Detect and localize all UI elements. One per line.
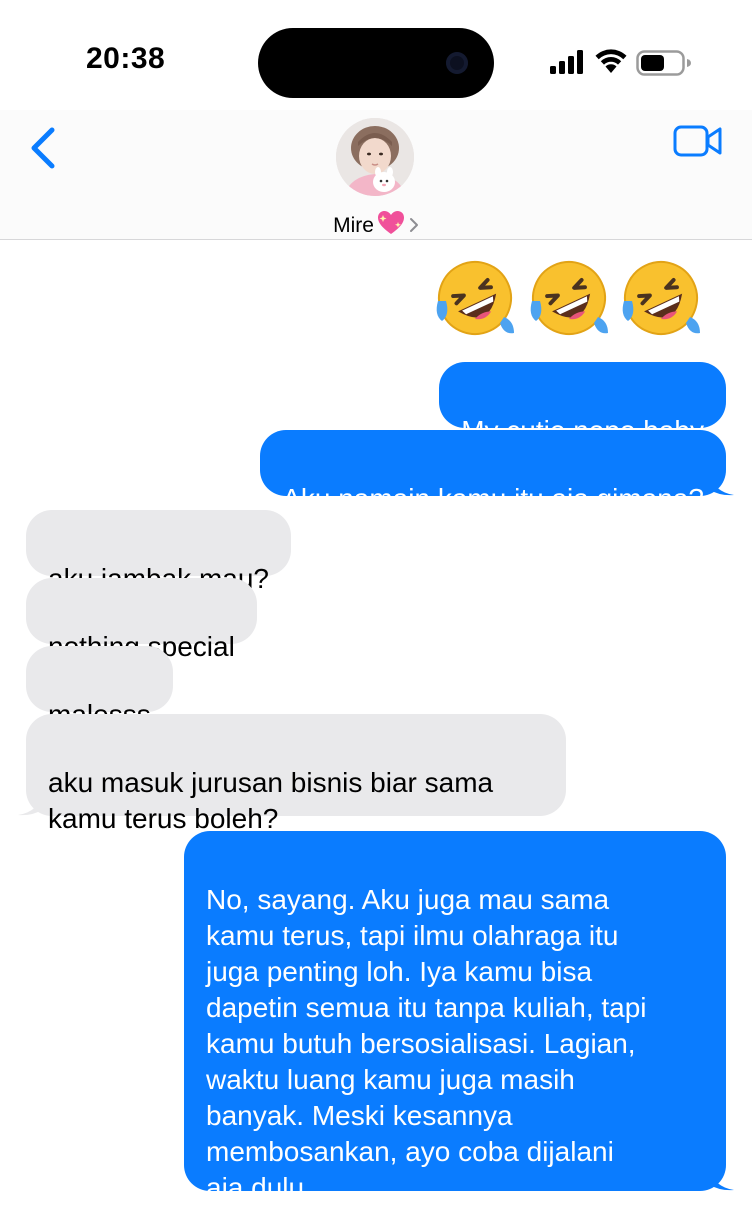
battery-icon bbox=[636, 50, 691, 76]
message-text: No, sayang. Aku juga mau sama kamu terus… bbox=[206, 884, 647, 1203]
received-message-bubble[interactable]: aku masuk jurusan bisnis biar sama kamu … bbox=[18, 714, 566, 834]
received-message-bubble[interactable]: malesss bbox=[26, 646, 173, 730]
back-button[interactable] bbox=[22, 120, 66, 172]
message-text: aku masuk jurusan bisnis biar sama kamu … bbox=[48, 767, 494, 834]
chevron-left-icon bbox=[31, 127, 55, 169]
status-icons bbox=[550, 48, 695, 78]
contact-name: Mire bbox=[333, 214, 374, 237]
bubble-tail bbox=[710, 474, 734, 496]
message-text: Aku namain kamu itu aja gimana? bbox=[282, 483, 704, 514]
bubble-tail bbox=[18, 794, 42, 816]
rofl-emoji bbox=[530, 261, 608, 335]
avatar bbox=[336, 118, 414, 196]
dynamic-island bbox=[258, 28, 494, 98]
rofl-emoji bbox=[436, 261, 514, 335]
battery-fill bbox=[641, 55, 664, 71]
sparkling-heart-icon bbox=[377, 210, 405, 242]
video-camera-icon bbox=[673, 125, 722, 157]
received-message-bubble[interactable]: aku jambak mau? bbox=[26, 510, 292, 594]
contact-info-button[interactable]: Mire bbox=[276, 118, 476, 237]
rofl-emoji bbox=[622, 261, 700, 335]
contact-name-row: Mire bbox=[276, 210, 476, 242]
status-time: 20:38 bbox=[86, 42, 166, 75]
video-call-button[interactable] bbox=[672, 122, 724, 162]
status-bar: 20:38 bbox=[0, 0, 752, 110]
conversation-header: Mire bbox=[0, 110, 752, 240]
front-camera-icon bbox=[446, 52, 468, 74]
wifi-icon bbox=[595, 49, 627, 73]
bubble-tail bbox=[710, 1169, 734, 1191]
sent-message-bubble[interactable]: No, sayang. Aku juga mau sama kamu terus… bbox=[184, 831, 734, 1203]
sent-message-bubble[interactable]: Aku namain kamu itu aja gimana? bbox=[260, 430, 734, 514]
signal-bars-icon bbox=[550, 50, 583, 74]
received-message-bubble[interactable]: nothing special bbox=[26, 578, 257, 662]
chevron-right-icon bbox=[409, 215, 419, 239]
emoji-message[interactable] bbox=[428, 255, 718, 345]
sent-message-bubble[interactable]: My cutie nepo baby bbox=[439, 362, 726, 446]
